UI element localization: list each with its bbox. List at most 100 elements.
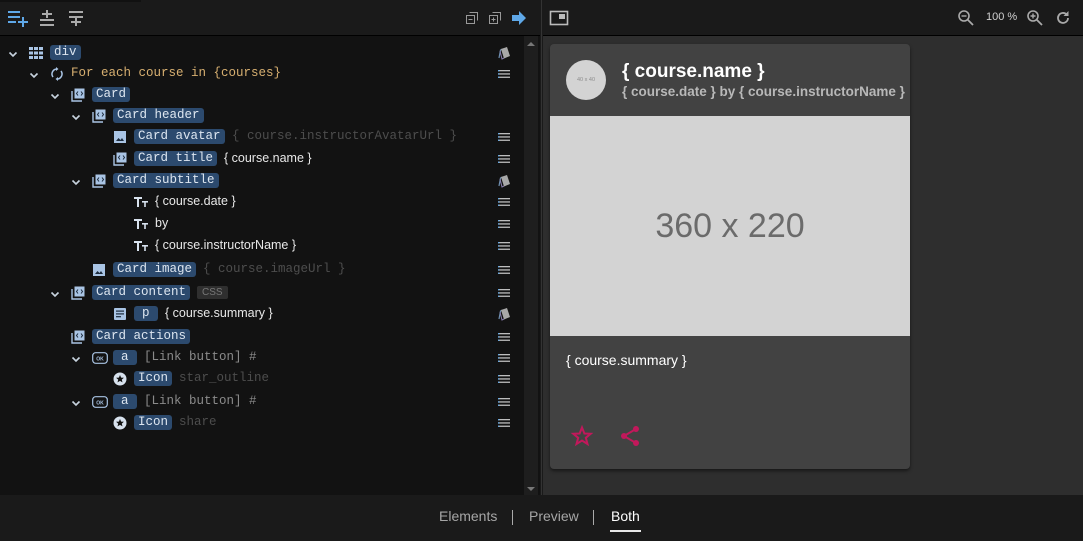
- chevron-down-icon[interactable]: [70, 352, 82, 364]
- image-icon: [113, 130, 127, 144]
- tree-row[interactable]: { course.instructorName }: [0, 235, 524, 257]
- element-chip[interactable]: Card subtitle: [113, 173, 219, 188]
- go-to-button[interactable]: [507, 6, 531, 30]
- element-chip[interactable]: a: [113, 350, 137, 365]
- properties-list-icon[interactable]: [497, 286, 511, 300]
- tree-row[interactable]: Card image { course.imageUrl }: [0, 259, 524, 281]
- element-binding-text: by: [155, 216, 169, 230]
- tab-preview[interactable]: Preview: [529, 508, 579, 524]
- elements-pane: div For each course in {courses} Card Card …: [0, 0, 540, 495]
- element-binding-text: [Link button] #: [144, 394, 257, 408]
- expand-all-button[interactable]: [483, 6, 507, 30]
- tree-row[interactable]: Card avatar { course.instructorAvatarUrl …: [0, 126, 524, 148]
- arrow-right-icon: [512, 11, 526, 25]
- grid-icon: [29, 46, 43, 60]
- element-chip[interactable]: div: [50, 45, 81, 60]
- component-icon: [71, 286, 85, 300]
- preview-toolbar: 100 %: [543, 0, 1083, 36]
- chevron-down-icon[interactable]: [70, 175, 82, 187]
- frame-toggle-button[interactable]: [547, 6, 571, 30]
- properties-list-icon[interactable]: [497, 395, 511, 409]
- element-chip[interactable]: Card content: [92, 285, 191, 300]
- tree-row[interactable]: p { course.summary }: [0, 303, 524, 325]
- text-icon: [134, 217, 148, 231]
- properties-list-icon[interactable]: [497, 330, 511, 344]
- text-icon: [134, 195, 148, 209]
- tree-row[interactable]: Card actions: [0, 326, 524, 348]
- tree-row[interactable]: Card content CSS: [0, 282, 524, 304]
- tree-row[interactable]: div: [0, 42, 524, 64]
- chevron-down-icon[interactable]: [49, 287, 61, 299]
- playlist-add-icon: [8, 11, 28, 27]
- element-chip[interactable]: Card header: [113, 108, 204, 123]
- properties-list-icon[interactable]: [497, 416, 511, 430]
- tree-row[interactable]: Icon share: [0, 412, 524, 434]
- share-button[interactable]: [618, 424, 642, 448]
- element-chip[interactable]: Card: [92, 87, 131, 102]
- tree-row[interactable]: Card title { course.name }: [0, 148, 524, 170]
- tree-row[interactable]: Icon star_outline: [0, 368, 524, 390]
- style-icon[interactable]: [497, 307, 511, 321]
- tree-row[interactable]: { course.date }: [0, 191, 524, 213]
- zoom-in-icon: [1027, 10, 1043, 26]
- chevron-down-icon[interactable]: [7, 47, 19, 59]
- zoom-out-button[interactable]: [954, 6, 978, 30]
- image-icon: [92, 263, 106, 277]
- tree-row[interactable]: Card: [0, 84, 524, 106]
- properties-list-icon[interactable]: [497, 263, 511, 277]
- star-button[interactable]: [570, 424, 594, 448]
- tree-row[interactable]: Card header: [0, 105, 524, 127]
- preview-pane: 100 % 40 x 40 { course.name } { course.d…: [543, 0, 1083, 495]
- scroll-up-arrow[interactable]: [527, 42, 535, 46]
- tree-scrollbar[interactable]: [524, 36, 538, 495]
- element-chip[interactable]: Card avatar: [134, 129, 225, 144]
- tab-separator: [512, 510, 513, 525]
- add-element-button[interactable]: [6, 6, 30, 30]
- properties-list-icon[interactable]: [497, 372, 511, 386]
- properties-list-icon[interactable]: [497, 351, 511, 365]
- element-chip[interactable]: p: [134, 306, 158, 321]
- css-badge[interactable]: CSS: [197, 286, 228, 299]
- card-subtitle: { course.date } by { course.instructorNa…: [622, 84, 905, 99]
- chevron-down-icon[interactable]: [49, 89, 61, 101]
- tree-row[interactable]: OK a [Link button] #: [0, 347, 524, 369]
- element-tree: div For each course in {courses} Card Card …: [0, 41, 524, 495]
- properties-list-icon[interactable]: [497, 195, 511, 209]
- element-chip[interactable]: Icon: [134, 371, 173, 386]
- element-binding-text: star_outline: [179, 371, 270, 385]
- tree-row[interactable]: by: [0, 213, 524, 235]
- card-image: 360 x 220: [550, 116, 910, 336]
- properties-list-icon[interactable]: [497, 130, 511, 144]
- chevron-down-icon[interactable]: [70, 110, 82, 122]
- tab-both[interactable]: Both: [610, 508, 641, 532]
- component-icon: [113, 152, 127, 166]
- insert-between-button[interactable]: [35, 6, 59, 30]
- style-icon[interactable]: [497, 174, 511, 188]
- element-binding-text: { course.instructorName }: [155, 238, 297, 252]
- element-chip[interactable]: a: [113, 394, 137, 409]
- style-icon[interactable]: [497, 46, 511, 60]
- refresh-button[interactable]: [1051, 6, 1075, 30]
- chevron-down-icon[interactable]: [70, 396, 82, 408]
- tab-elements[interactable]: Elements: [439, 508, 497, 524]
- element-chip[interactable]: Card actions: [92, 329, 191, 344]
- collapse-all-button[interactable]: [460, 6, 484, 30]
- element-chip[interactable]: Icon: [134, 415, 173, 430]
- card-content: { course.summary }: [566, 352, 687, 368]
- svg-text:OK: OK: [96, 400, 104, 406]
- element-chip[interactable]: Card image: [113, 262, 197, 277]
- tree-row[interactable]: For each course in {courses}: [0, 63, 524, 85]
- properties-list-icon[interactable]: [497, 152, 511, 166]
- tree-row[interactable]: Card subtitle: [0, 170, 524, 192]
- wrap-button[interactable]: [64, 6, 88, 30]
- material-icon: [113, 372, 127, 386]
- zoom-in-button[interactable]: [1023, 6, 1047, 30]
- scroll-down-arrow[interactable]: [527, 487, 535, 491]
- element-chip[interactable]: Card title: [134, 151, 218, 166]
- properties-list-icon[interactable]: [497, 217, 511, 231]
- properties-list-icon[interactable]: [497, 67, 511, 81]
- chevron-down-icon[interactable]: [28, 68, 40, 80]
- button-icon: OK: [92, 351, 108, 365]
- properties-list-icon[interactable]: [497, 239, 511, 253]
- tree-row[interactable]: OK a [Link button] #: [0, 391, 524, 413]
